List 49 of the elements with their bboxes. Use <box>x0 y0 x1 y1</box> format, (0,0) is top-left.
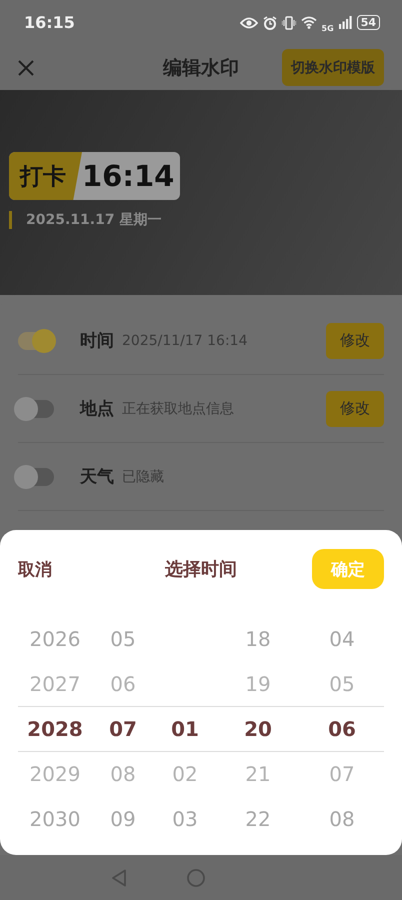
stamp-label: 打卡 <box>9 152 82 200</box>
wheel-option[interactable]: 19 <box>245 672 271 696</box>
status-time: 16:15 <box>24 13 76 32</box>
wheel-option[interactable]: 18 <box>245 626 271 650</box>
wheel-option[interactable]: 07 <box>109 716 137 740</box>
setting-label: 天气 <box>80 466 114 488</box>
wheel-option[interactable]: 08 <box>110 762 136 786</box>
wheel-option[interactable]: 20 <box>244 716 272 740</box>
home-icon[interactable] <box>187 868 205 886</box>
wheel-option[interactable]: 03 <box>172 806 198 830</box>
confirm-button[interactable]: 确定 <box>312 549 384 589</box>
alarm-icon <box>262 16 277 30</box>
switch-template-button[interactable]: 切换水印模版 <box>282 49 384 86</box>
wheel-option[interactable]: 2030 <box>30 806 80 830</box>
battery-level: 54 <box>356 15 380 30</box>
edit-button[interactable]: 修改 <box>326 322 384 358</box>
stamp-time: 16:14 <box>82 159 176 193</box>
wifi-icon <box>300 16 317 29</box>
network-type: 5G <box>322 24 334 33</box>
wheel-option[interactable]: 04 <box>329 626 355 650</box>
wheel-option[interactable]: 08 <box>329 806 355 830</box>
wheel-option[interactable]: 2028 <box>27 716 83 740</box>
wheel-option[interactable]: 05 <box>329 672 355 696</box>
cancel-button[interactable]: 取消 <box>18 558 52 580</box>
accent-bar <box>9 211 12 229</box>
wheel-option[interactable]: 06 <box>328 716 356 740</box>
edit-button[interactable]: 修改 <box>326 390 384 426</box>
eye-icon <box>240 16 258 28</box>
back-icon[interactable] <box>111 868 127 886</box>
close-icon[interactable] <box>18 60 34 76</box>
wheel-option[interactable]: 01 <box>171 716 199 740</box>
stamp-date: 2025.11.17 星期一 <box>26 211 162 229</box>
wheel-option[interactable]: 21 <box>245 762 271 786</box>
setting-label: 时间 <box>80 330 114 352</box>
wheel-option[interactable]: 2026 <box>30 626 80 650</box>
wheel-option[interactable]: 2027 <box>30 672 80 696</box>
picker-title: 选择时间 <box>165 558 237 581</box>
wheel-option[interactable]: 05 <box>110 626 136 650</box>
toggle-switch[interactable] <box>18 332 54 350</box>
vibrate-icon <box>282 16 296 30</box>
wheel-option[interactable]: 07 <box>329 762 355 786</box>
wheel-option[interactable]: 09 <box>110 806 136 830</box>
wheel-option[interactable]: 2029 <box>30 762 80 786</box>
signal-icon <box>338 16 352 29</box>
wheel-option[interactable]: 22 <box>245 806 271 830</box>
wheel-option[interactable]: 06 <box>110 672 136 696</box>
wheel-option[interactable]: 02 <box>172 762 198 786</box>
setting-label: 地点 <box>80 398 114 420</box>
page-title: 编辑水印 <box>163 56 239 80</box>
